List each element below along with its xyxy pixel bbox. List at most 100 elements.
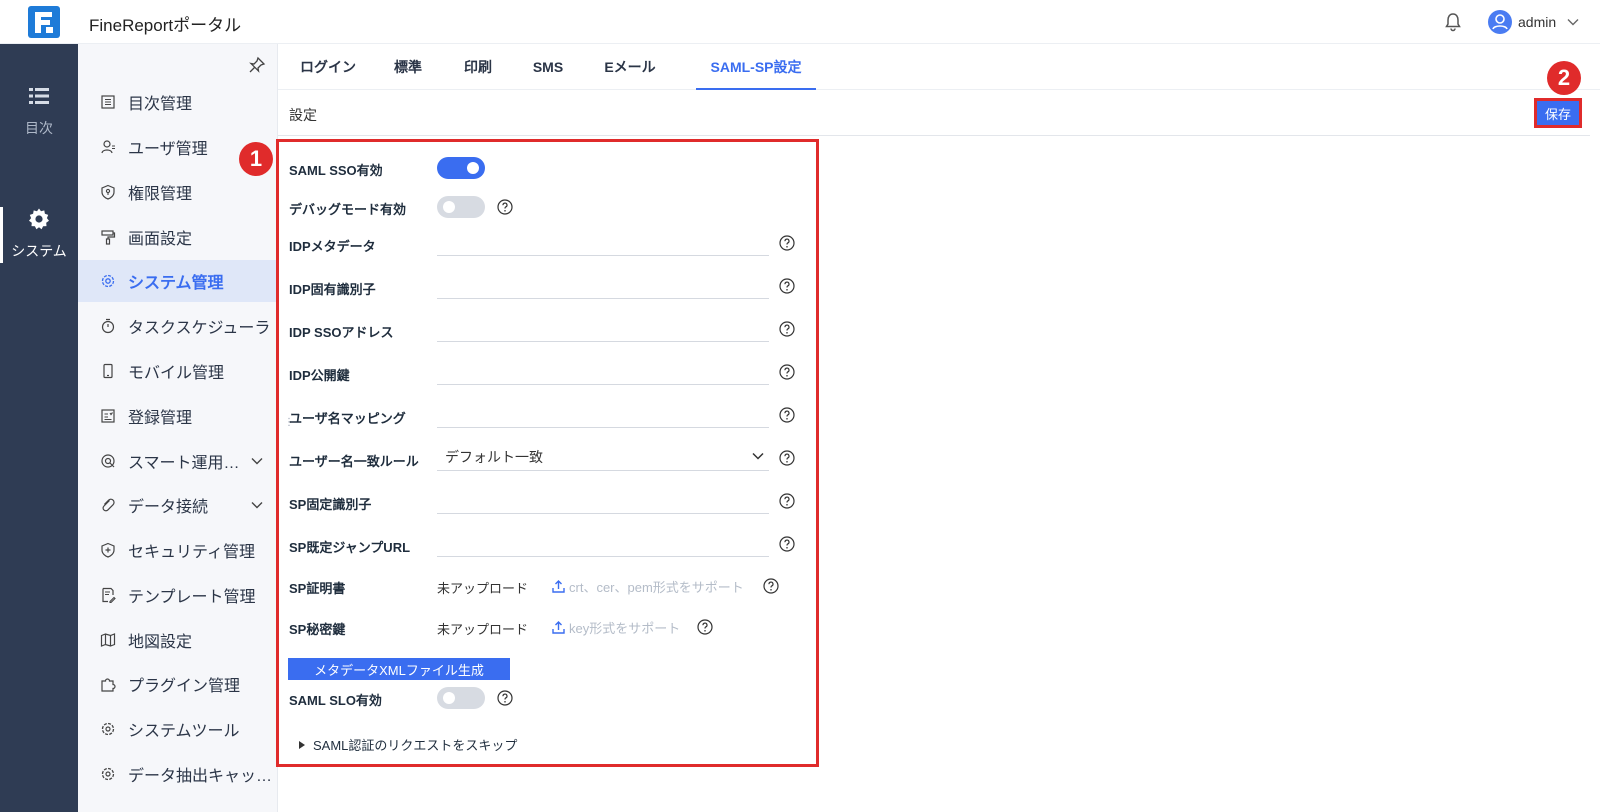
idp-sso-address-input[interactable] — [437, 312, 769, 342]
help-icon[interactable] — [697, 619, 713, 635]
sidebar-item-template[interactable]: テンプレート管理 — [78, 574, 277, 616]
sidebar-item-label: 地図設定 — [128, 634, 193, 651]
help-icon[interactable] — [779, 493, 795, 509]
toggle-knob — [443, 692, 455, 704]
saml-sso-label: SAML SSO有効 — [289, 163, 383, 178]
bell-icon[interactable] — [1443, 12, 1463, 32]
finereport-logo — [28, 6, 60, 38]
sidebar-item-plugin[interactable]: プラグイン管理 — [78, 663, 277, 705]
idp-metadata-input[interactable] — [437, 226, 769, 256]
username-mapping-label: ユーザ名マッピング — [289, 411, 406, 426]
sidebar-item-security[interactable]: セキュリティ管理 — [78, 529, 277, 571]
sidebar-item-permissions[interactable]: 権限管理 — [78, 171, 277, 213]
sidebar-item-data-connection[interactable]: データ接続 — [78, 484, 277, 526]
annotation-badge-1: 1 — [239, 142, 273, 176]
sidebar-item-label: データ抽出キャッ… — [128, 768, 273, 785]
sp-private-key-upload[interactable]: key形式をサポート — [551, 618, 680, 637]
idp-metadata-label: IDPメタデータ — [289, 239, 376, 254]
idp-public-key-label: IDP公開鍵 — [289, 368, 350, 383]
help-icon[interactable] — [497, 690, 513, 706]
sidebar-item-mobile[interactable]: モバイル管理 — [78, 350, 277, 392]
idp-entity-id-input[interactable] — [437, 269, 769, 299]
sidebar-item-map[interactable]: 地図設定 — [78, 619, 277, 661]
sp-entity-id-label: SP固定識別子 — [289, 497, 372, 512]
sidebar-item-label: データ接続 — [128, 499, 209, 516]
chevron-down-icon[interactable] — [250, 498, 264, 512]
idp-entity-id-label: IDP固有識別子 — [289, 282, 376, 297]
sp-default-jump-url-input[interactable] — [437, 527, 769, 557]
help-icon[interactable] — [779, 536, 795, 552]
sp-private-key-row: SP秘密鍵 未アップロード key形式をサポート — [279, 613, 819, 643]
username-match-rule-value: デフォルト一致 — [445, 449, 543, 465]
help-icon[interactable] — [779, 364, 795, 380]
avatar[interactable] — [1488, 10, 1512, 34]
tab-print[interactable]: 印刷 — [448, 44, 508, 90]
sidebar-item-task-scheduler[interactable]: タスクスケジューラ — [78, 305, 277, 347]
sidebar-item-system-management[interactable]: システム管理 — [78, 260, 277, 302]
chevron-down-icon[interactable] — [250, 454, 264, 468]
sp-certificate-label: SP証明書 — [289, 581, 346, 596]
rail-item-catalog[interactable]: 目次 — [0, 84, 78, 138]
help-icon[interactable] — [779, 278, 795, 294]
upload-icon — [552, 621, 565, 634]
help-icon[interactable] — [763, 578, 779, 594]
saml-slo-label: SAML SLO有効 — [289, 693, 382, 708]
save-button[interactable]: 保存 — [1534, 98, 1582, 128]
user-avatar-icon — [1492, 14, 1508, 30]
chevron-down-icon[interactable] — [1566, 15, 1580, 29]
pin-icon[interactable] — [248, 56, 266, 74]
catalog-icon — [101, 95, 115, 109]
sp-private-key-status: 未アップロード — [437, 622, 529, 637]
tab-standard[interactable]: 標準 — [378, 44, 438, 90]
rail-label: システム — [11, 243, 67, 259]
idp-sso-address-row: IDP SSOアドレス — [279, 312, 819, 342]
sidebar-item-data-extraction[interactable]: データ抽出キャッ… — [78, 753, 277, 795]
help-icon[interactable] — [779, 235, 795, 251]
idp-public-key-row: IDP公開鍵 — [279, 355, 819, 385]
top-bar: FineReportポータル admin — [0, 0, 1600, 44]
tab-saml-sp-settings[interactable]: SAML-SP設定 — [696, 44, 816, 90]
sidebar-item-catalog[interactable]: 目次管理 — [78, 81, 277, 123]
help-icon[interactable] — [497, 199, 513, 215]
user-icon — [101, 140, 115, 154]
username-mapping-input[interactable] — [437, 398, 769, 428]
help-icon[interactable] — [779, 450, 795, 466]
skip-saml-request-label: SAML認証のリクエストをスキップ — [313, 738, 518, 753]
sidebar-item-label: システムツール — [128, 723, 240, 740]
sp-certificate-upload[interactable]: crt、cer、pem形式をサポート — [551, 577, 744, 596]
saml-slo-toggle[interactable] — [437, 687, 485, 709]
sp-entity-id-row: SP固定識別子 — [279, 484, 819, 514]
tab-sms[interactable]: SMS — [518, 44, 578, 90]
saml-sso-toggle[interactable] — [437, 157, 485, 179]
chevron-down-icon — [752, 452, 764, 460]
help-icon[interactable] — [779, 407, 795, 423]
sidebar-item-system-tools[interactable]: システムツール — [78, 708, 277, 750]
rail-item-system[interactable]: システム — [0, 207, 78, 263]
rail-label: 目次 — [25, 120, 53, 136]
idp-public-key-input[interactable] — [437, 355, 769, 385]
generate-metadata-xml-button[interactable]: メタデータXMLファイル生成 — [288, 658, 510, 680]
sidebar-item-registration[interactable]: 登録管理 — [78, 395, 277, 437]
idp-entity-id-row: IDP固有識別子 — [279, 269, 819, 299]
debug-mode-toggle[interactable] — [437, 196, 485, 218]
caret-right-icon — [299, 740, 305, 749]
tab-email[interactable]: Eメール — [590, 44, 670, 90]
sp-certificate-hint: crt、cer、pem形式をサポート — [569, 580, 744, 595]
saml-settings-form: SAML SSO有効 デバッグモード有効 IDPメタデータ IDP固有識別子 I… — [276, 139, 819, 767]
sp-entity-id-input[interactable] — [437, 484, 769, 514]
sp-private-key-label: SP秘密鍵 — [289, 622, 346, 637]
user-name[interactable]: admin — [1518, 14, 1556, 30]
sidebar-item-label: スマート運用… — [128, 455, 240, 472]
map-icon — [100, 633, 116, 647]
sidebar-item-appearance[interactable]: 画面設定 — [78, 216, 277, 258]
tab-login[interactable]: ログイン — [292, 44, 364, 90]
sidebar-item-label: モバイル管理 — [128, 365, 225, 382]
sidebar-item-smart-ops[interactable]: スマート運用… — [78, 440, 277, 482]
template-icon — [102, 587, 116, 603]
brush-icon — [101, 230, 116, 245]
help-icon[interactable] — [779, 321, 795, 337]
skip-saml-request-expander[interactable]: SAML認証のリクエストをスキップ — [299, 735, 517, 754]
username-match-rule-select[interactable]: デフォルト一致 — [437, 441, 769, 471]
tab-bar: ログイン 標準 印刷 SMS Eメール SAML-SP設定 — [278, 44, 1600, 90]
mobile-icon — [103, 363, 113, 379]
